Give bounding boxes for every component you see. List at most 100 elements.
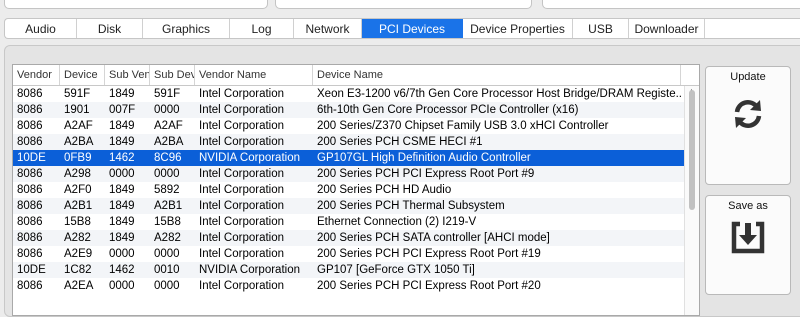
table-cell: 8086 bbox=[17, 104, 43, 116]
table-cell: 591F bbox=[64, 88, 91, 100]
table-cell: A2B1 bbox=[154, 200, 183, 212]
tab-downloader[interactable]: Downloader bbox=[629, 19, 705, 38]
table-cell: 0000 bbox=[154, 248, 180, 260]
table-cell: 1849 bbox=[109, 216, 135, 228]
table-cell: 8086 bbox=[17, 216, 43, 228]
table-cell: A2AF bbox=[154, 120, 183, 132]
table-body: 8086 591F 1849 591F Intel Corporation Xeon E3… bbox=[13, 86, 699, 294]
table-cell: Intel Corporation bbox=[199, 184, 285, 196]
refresh-icon bbox=[734, 99, 762, 129]
table-cell: A2BA bbox=[64, 136, 94, 148]
table-cell: Intel Corporation bbox=[199, 248, 285, 260]
table-cell: 8086 bbox=[17, 88, 43, 100]
table-cell: 0000 bbox=[109, 280, 135, 292]
table-row[interactable]: 8086 A2BA 1849 A2BA Intel Corporation 200 Ser… bbox=[13, 134, 699, 150]
table-cell: 0FB9 bbox=[64, 152, 92, 164]
tab-disk[interactable]: Disk bbox=[77, 19, 143, 38]
update-button[interactable]: Update bbox=[705, 66, 791, 185]
column-header-sub-dev[interactable]: Sub Dev bbox=[150, 65, 195, 85]
vertical-scrollbar[interactable]: ▲ bbox=[684, 86, 699, 315]
table-row[interactable]: 8086 A298 0000 0000 Intel Corporation 200 Ser… bbox=[13, 166, 699, 182]
save-as-button-label: Save as bbox=[728, 200, 768, 212]
scroll-thumb[interactable] bbox=[689, 90, 695, 210]
table-cell: Intel Corporation bbox=[199, 120, 285, 132]
table-row[interactable]: 8086 A2E9 0000 0000 Intel Corporation 200 Ser… bbox=[13, 246, 699, 262]
tab-network[interactable]: Network bbox=[294, 19, 362, 38]
table-cell: Intel Corporation bbox=[199, 200, 285, 212]
tab-pci-devices[interactable]: PCI Devices bbox=[362, 19, 463, 38]
table-cell: 0000 bbox=[154, 168, 180, 180]
column-header-sub-ven[interactable]: Sub Ven bbox=[105, 65, 150, 85]
table-cell: 200 Series PCH HD Audio bbox=[317, 184, 452, 196]
tab-bar: Audio Disk Graphics Log Network PCI Devices De… bbox=[4, 18, 800, 39]
top-button-right[interactable] bbox=[542, 0, 800, 9]
table-cell: 8086 bbox=[17, 280, 43, 292]
table-cell: NVIDIA Corporation bbox=[199, 152, 300, 164]
tab-log[interactable]: Log bbox=[230, 19, 294, 38]
table-row[interactable]: 8086 A2B1 1849 A2B1 Intel Corporation 200 Ser… bbox=[13, 198, 699, 214]
table-cell: 15B8 bbox=[64, 216, 91, 228]
table-row[interactable]: 8086 15B8 1849 15B8 Intel Corporation Etherne… bbox=[13, 214, 699, 230]
top-button-left[interactable] bbox=[4, 0, 268, 9]
tab-device-properties[interactable]: Device Properties bbox=[463, 19, 573, 38]
table-row[interactable]: 8086 A2F0 1849 5892 Intel Corporation 200 Ser… bbox=[13, 182, 699, 198]
table-cell: 8C96 bbox=[154, 152, 182, 164]
table-cell: 5892 bbox=[154, 184, 180, 196]
table-cell: 8086 bbox=[17, 200, 43, 212]
table-cell: 200 Series PCH PCI Express Root Port #19 bbox=[317, 248, 541, 260]
table-row[interactable]: 8086 A2EA 0000 0000 Intel Corporation 200 Ser… bbox=[13, 278, 699, 294]
table-cell: GP107 [GeForce GTX 1050 Ti] bbox=[317, 264, 475, 276]
table-cell: A282 bbox=[154, 232, 181, 244]
table-cell: Intel Corporation bbox=[199, 280, 285, 292]
table-cell: Intel Corporation bbox=[199, 168, 285, 180]
table-cell: Intel Corporation bbox=[199, 232, 285, 244]
table-cell: Intel Corporation bbox=[199, 88, 285, 100]
table-cell: 8086 bbox=[17, 168, 43, 180]
table-row[interactable]: 8086 A2AF 1849 A2AF Intel Corporation 200 Ser… bbox=[13, 118, 699, 134]
table-cell: 1C82 bbox=[64, 264, 92, 276]
tab-graphics[interactable]: Graphics bbox=[143, 19, 230, 38]
table-cell: 10DE bbox=[17, 264, 46, 276]
table-cell: 10DE bbox=[17, 152, 46, 164]
table-cell: 200 Series PCH PCI Express Root Port #9 bbox=[317, 168, 535, 180]
column-header-device-name[interactable]: Device Name bbox=[313, 65, 681, 85]
table-cell: 0010 bbox=[154, 264, 180, 276]
column-header-vendor[interactable]: Vendor bbox=[13, 65, 60, 85]
table-row[interactable]: 8086 591F 1849 591F Intel Corporation Xeon E3… bbox=[13, 86, 699, 102]
update-button-label: Update bbox=[730, 71, 766, 83]
table-cell: 200 Series PCH CSME HECI #1 bbox=[317, 136, 483, 148]
column-header-device[interactable]: Device bbox=[60, 65, 105, 85]
table-cell: 1849 bbox=[109, 136, 135, 148]
table-cell: 8086 bbox=[17, 136, 43, 148]
table-cell: 0000 bbox=[109, 248, 135, 260]
tab-usb[interactable]: USB bbox=[573, 19, 629, 38]
tab-audio[interactable]: Audio bbox=[5, 19, 77, 38]
column-header-vendor-name[interactable]: Vendor Name bbox=[195, 65, 313, 85]
table-cell: 8086 bbox=[17, 248, 43, 260]
table-row[interactable]: 8086 1901 007F 0000 Intel Corporation 6th-10t… bbox=[13, 102, 699, 118]
table-cell: A2BA bbox=[154, 136, 184, 148]
table-cell: 591F bbox=[154, 88, 181, 100]
table-cell: 200 Series PCH Thermal Subsystem bbox=[317, 200, 505, 212]
table-row-selected[interactable]: 10DE 0FB9 1462 8C96 NVIDIA Corporation GP107G… bbox=[13, 150, 699, 166]
top-button-middle[interactable] bbox=[275, 0, 532, 9]
table-cell: Intel Corporation bbox=[199, 104, 285, 116]
table-cell: 1849 bbox=[109, 120, 135, 132]
table-cell: 007F bbox=[109, 104, 136, 116]
table-row[interactable]: 8086 A282 1849 A282 Intel Corporation 200 Ser… bbox=[13, 230, 699, 246]
table-cell: A2EA bbox=[64, 280, 94, 292]
table-cell: 15B8 bbox=[154, 216, 181, 228]
table-cell: 1849 bbox=[109, 232, 135, 244]
table-row[interactable]: 10DE 1C82 1462 0010 NVIDIA Corporation GP107 … bbox=[13, 262, 699, 278]
table-cell: A2AF bbox=[64, 120, 93, 132]
table-cell: 200 Series/Z370 Chipset Family USB 3.0 x… bbox=[317, 120, 609, 132]
save-as-button[interactable]: Save as bbox=[705, 195, 791, 295]
table-cell: A282 bbox=[64, 232, 91, 244]
pci-device-table: Vendor Device Sub Ven Sub Dev Vendor Name Dev… bbox=[12, 64, 700, 316]
table-header: Vendor Device Sub Ven Sub Dev Vendor Name Dev… bbox=[13, 65, 699, 86]
table-cell: 200 Series PCH PCI Express Root Port #20 bbox=[317, 280, 541, 292]
table-cell: NVIDIA Corporation bbox=[199, 264, 300, 276]
table-cell: GP107GL High Definition Audio Controller bbox=[317, 152, 531, 164]
table-cell: 1849 bbox=[109, 184, 135, 196]
table-cell: 8086 bbox=[17, 120, 43, 132]
